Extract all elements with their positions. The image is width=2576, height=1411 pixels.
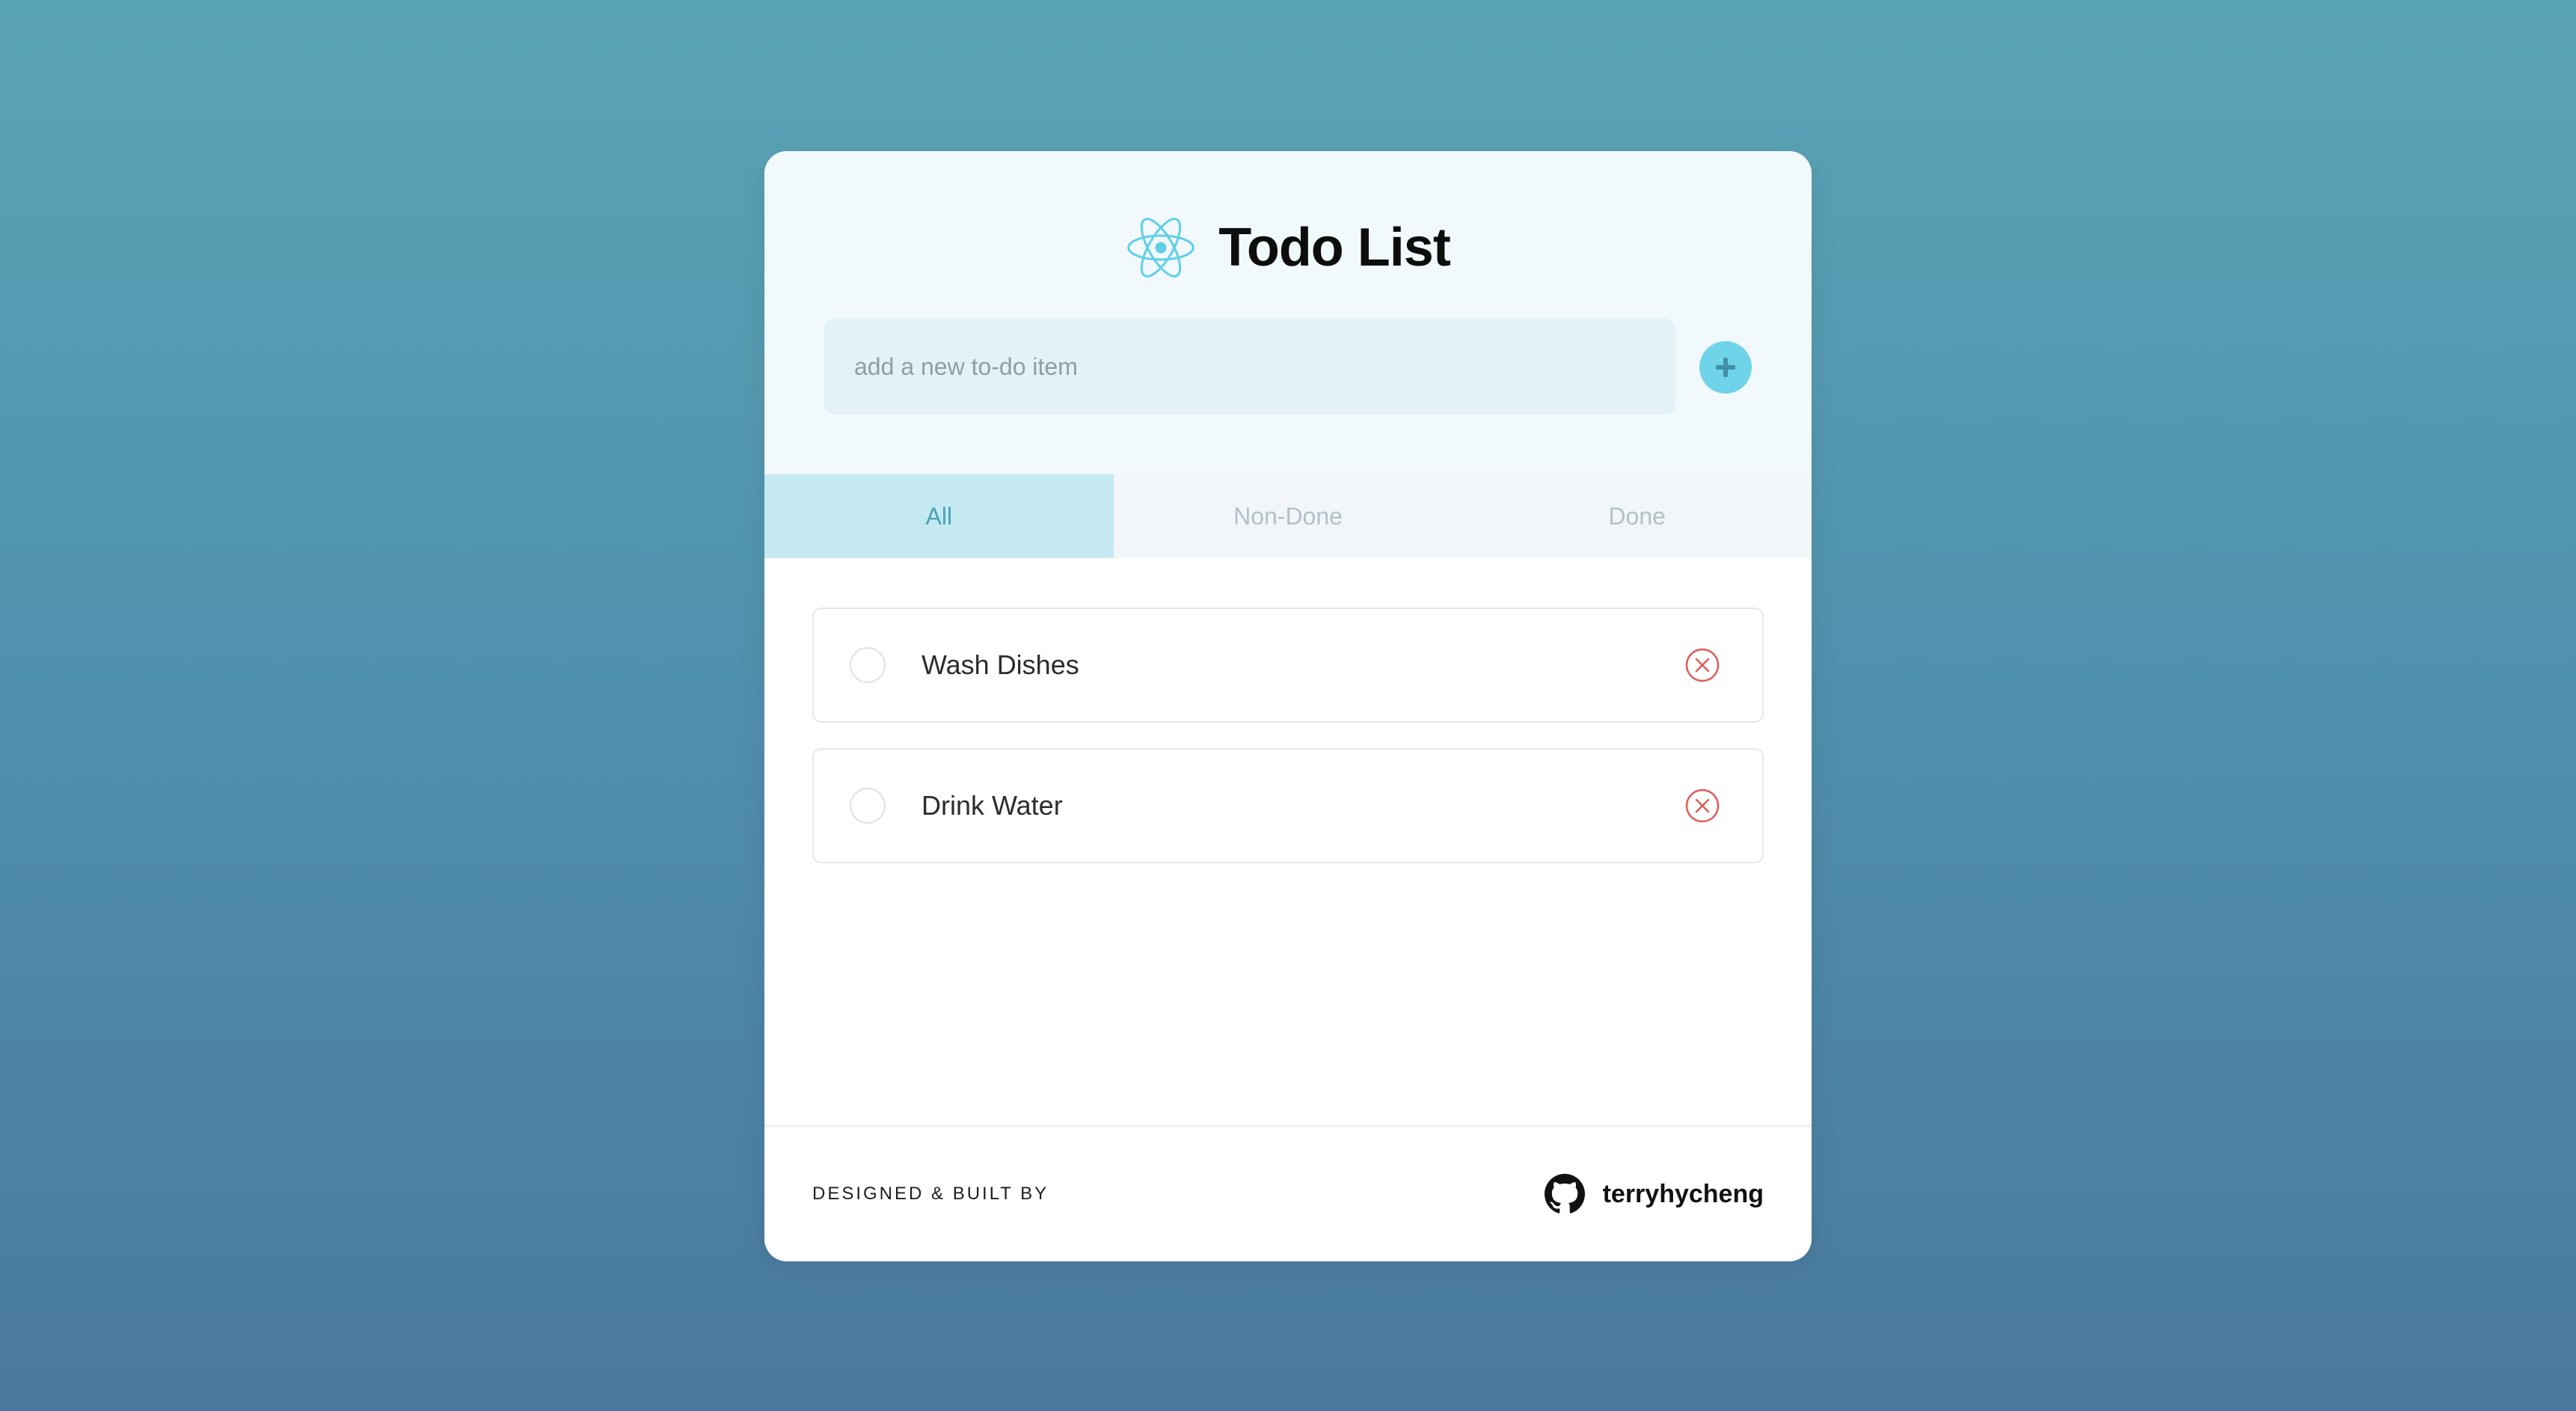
new-todo-input[interactable]: [824, 319, 1675, 414]
author-link[interactable]: terryhycheng: [1544, 1127, 1764, 1261]
todo-item: Drink Water: [812, 748, 1764, 863]
tab-non-done[interactable]: Non-Done: [1114, 474, 1463, 558]
title-row: Todo List: [764, 206, 1812, 289]
tab-done[interactable]: Done: [1462, 474, 1812, 558]
todo-item: Wash Dishes: [812, 607, 1764, 723]
todo-card: Todo List All Non-Done Done Wash Dishes: [764, 151, 1812, 1261]
footer: DESIGNED & BUILT BY terryhycheng: [764, 1125, 1812, 1261]
todo-checkbox[interactable]: [850, 788, 886, 824]
github-icon: [1544, 1174, 1585, 1213]
todo-list: Wash Dishes Drink Water: [812, 607, 1764, 889]
tab-all[interactable]: All: [764, 474, 1114, 558]
close-circle-icon[interactable]: [1684, 788, 1720, 824]
plus-icon: [1716, 358, 1735, 377]
todo-text: Drink Water: [921, 790, 1063, 821]
author-name: terryhycheng: [1602, 1179, 1764, 1208]
todo-text: Wash Dishes: [921, 649, 1079, 680]
card-header: Todo List: [764, 151, 1812, 474]
todo-checkbox[interactable]: [850, 647, 886, 683]
credit-text: DESIGNED & BUILT BY: [812, 1184, 1049, 1204]
close-circle-icon[interactable]: [1684, 647, 1720, 683]
add-todo-button[interactable]: [1699, 341, 1752, 394]
react-atom-icon: [1127, 218, 1195, 278]
filter-tabs: All Non-Done Done: [764, 474, 1812, 558]
page-title: Todo List: [1218, 218, 1451, 278]
